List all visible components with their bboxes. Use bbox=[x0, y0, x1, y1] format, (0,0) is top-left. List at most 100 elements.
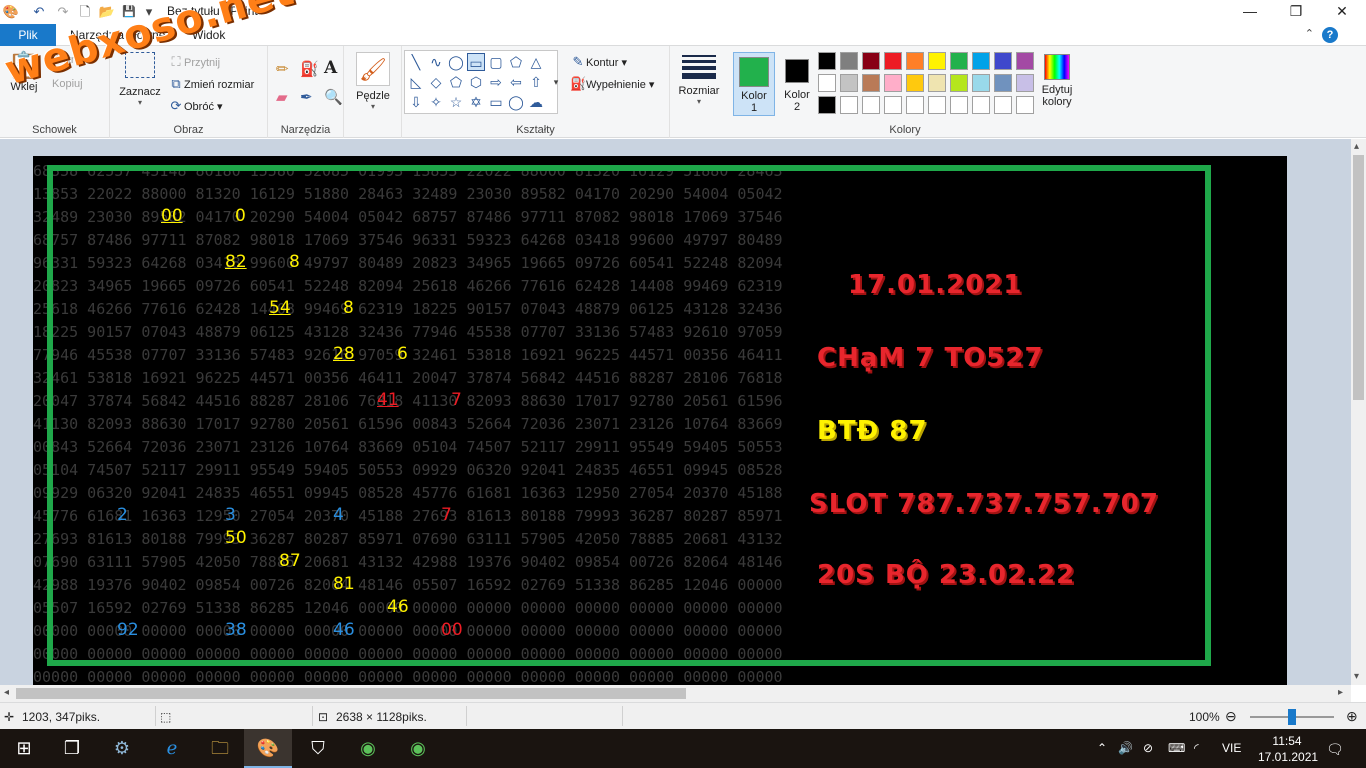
scroll-down-icon[interactable]: ▾ bbox=[1354, 671, 1359, 682]
resize-button[interactable]: ⧉ Zmień rozmiar bbox=[168, 76, 254, 92]
color-swatch[interactable] bbox=[862, 74, 880, 92]
edge-browser-icon[interactable]: ℯ bbox=[148, 729, 196, 768]
hexagon-shape-icon[interactable]: ⬡ bbox=[467, 73, 485, 91]
triangle-shape-icon[interactable]: △ bbox=[527, 53, 545, 71]
color-swatch[interactable] bbox=[818, 74, 836, 92]
drawing-canvas[interactable]: 68358 62557 45148 80180 15580 52085 0199… bbox=[33, 156, 1287, 685]
language-indicator[interactable]: VIE bbox=[1222, 741, 1241, 755]
eraser-icon[interactable]: ▰ bbox=[276, 88, 288, 106]
color-swatch[interactable] bbox=[818, 52, 836, 70]
control-panel-icon[interactable]: ⚙ bbox=[98, 729, 146, 768]
rotate-button[interactable]: ⟳ Obróć ▾ bbox=[168, 98, 223, 114]
color-swatch[interactable] bbox=[994, 74, 1012, 92]
redo-icon[interactable]: ↷ bbox=[54, 3, 72, 21]
color-swatch[interactable] bbox=[950, 52, 968, 70]
tab-view[interactable]: Widok bbox=[192, 24, 225, 46]
brushes-button[interactable]: 🖌 Pędzle ▾ bbox=[352, 52, 394, 111]
file-menu-button[interactable]: Plik bbox=[0, 24, 56, 46]
paste-button[interactable]: 📋 Wklej bbox=[4, 50, 44, 93]
color-swatch[interactable] bbox=[972, 52, 990, 70]
pentagon-shape-icon[interactable]: ⬠ bbox=[447, 73, 465, 91]
color-swatch[interactable] bbox=[862, 52, 880, 70]
vertical-scrollbar[interactable]: ▴ ▾ bbox=[1351, 139, 1366, 685]
cut-button[interactable]: Wytnij bbox=[52, 54, 82, 66]
outline-button[interactable]: ✎ Kontur ▾ bbox=[570, 54, 627, 70]
horizontal-scrollbar[interactable]: ◂ ▸ bbox=[0, 685, 1351, 702]
collapse-ribbon-icon[interactable]: ⌃ bbox=[1305, 27, 1314, 40]
magnifier-icon[interactable]: 🔍 bbox=[324, 88, 343, 106]
color-swatch[interactable] bbox=[840, 74, 858, 92]
up-arrow-shape-icon[interactable]: ⇧ bbox=[527, 73, 545, 91]
file-explorer-icon[interactable]: 🗀 bbox=[196, 729, 244, 768]
polygon-shape-icon[interactable]: ⬠ bbox=[507, 53, 525, 71]
maximize-button[interactable]: ❐ bbox=[1273, 0, 1319, 24]
paint-app-icon[interactable]: 🎨 bbox=[2, 3, 20, 21]
minimize-button[interactable]: — bbox=[1227, 0, 1273, 24]
color-swatch[interactable] bbox=[818, 96, 836, 114]
callout-rect-shape-icon[interactable]: ▭ bbox=[487, 93, 505, 111]
app-green-icon-1[interactable]: ◉ bbox=[344, 729, 392, 768]
color-swatch[interactable] bbox=[840, 96, 858, 114]
tab-home[interactable]: Narzędzia główne bbox=[70, 24, 165, 46]
fill-button[interactable]: ⛽Wypełnienie ▾ bbox=[570, 76, 654, 92]
color-swatch[interactable] bbox=[1016, 52, 1034, 70]
color-swatch[interactable] bbox=[906, 74, 924, 92]
right-triangle-shape-icon[interactable]: ◺ bbox=[407, 73, 425, 91]
color-swatch[interactable] bbox=[928, 52, 946, 70]
line-shape-icon[interactable]: ╲ bbox=[407, 53, 425, 71]
scroll-left-icon[interactable]: ◂ bbox=[4, 687, 9, 698]
down-arrow-shape-icon[interactable]: ⇩ bbox=[407, 93, 425, 111]
color-swatch[interactable] bbox=[884, 52, 902, 70]
help-icon[interactable]: ? bbox=[1322, 27, 1338, 43]
paint-taskbar-icon[interactable]: 🎨 bbox=[244, 729, 292, 768]
color-swatch[interactable] bbox=[928, 96, 946, 114]
four-point-star-shape-icon[interactable]: ✧ bbox=[427, 93, 445, 111]
keyboard-icon[interactable]: ⌨ bbox=[1168, 741, 1185, 755]
color1-button[interactable]: Kolor 1 bbox=[733, 52, 775, 116]
wifi-icon[interactable]: ◜ bbox=[1194, 741, 1199, 755]
scroll-up-icon[interactable]: ▴ bbox=[1354, 141, 1359, 152]
app-green-icon-2[interactable]: ◉ bbox=[394, 729, 442, 768]
customize-qat-icon[interactable]: ▾ bbox=[140, 3, 158, 21]
color-swatch[interactable] bbox=[862, 96, 880, 114]
color-swatch[interactable] bbox=[840, 52, 858, 70]
start-windows-icon[interactable]: ⊞ bbox=[0, 729, 48, 768]
color-swatch[interactable] bbox=[884, 96, 902, 114]
color2-button[interactable]: Kolor 2 bbox=[778, 52, 816, 116]
oval-shape-icon[interactable]: ◯ bbox=[447, 53, 465, 71]
callout-oval-shape-icon[interactable]: ◯ bbox=[507, 93, 525, 111]
color-swatch[interactable] bbox=[1016, 96, 1034, 114]
color-swatch[interactable] bbox=[906, 52, 924, 70]
color-swatch[interactable] bbox=[994, 52, 1012, 70]
diamond-shape-icon[interactable]: ◇ bbox=[427, 73, 445, 91]
store-icon[interactable]: ⛉ bbox=[294, 729, 342, 768]
curve-shape-icon[interactable]: ∿ bbox=[427, 53, 445, 71]
scroll-right-icon[interactable]: ▸ bbox=[1338, 687, 1343, 698]
color-swatch[interactable] bbox=[950, 74, 968, 92]
rounded-rectangle-shape-icon[interactable]: ▢ bbox=[487, 53, 505, 71]
pencil-icon[interactable]: ✏ bbox=[276, 60, 289, 78]
color-swatch[interactable] bbox=[972, 74, 990, 92]
size-button[interactable]: Rozmiar ▾ bbox=[676, 52, 722, 106]
color-swatch[interactable] bbox=[950, 96, 968, 114]
color-swatch[interactable] bbox=[906, 96, 924, 114]
task-view-icon[interactable]: ❐ bbox=[48, 729, 96, 768]
color-picker-icon[interactable]: ✒ bbox=[300, 88, 313, 106]
five-point-star-shape-icon[interactable]: ☆ bbox=[447, 93, 465, 111]
undo-icon[interactable]: ↶ bbox=[30, 3, 48, 21]
color-swatch[interactable] bbox=[994, 96, 1012, 114]
six-point-star-shape-icon[interactable]: ✡ bbox=[467, 93, 485, 111]
color-swatch[interactable] bbox=[1016, 74, 1034, 92]
text-tool-icon[interactable]: A bbox=[324, 58, 337, 78]
select-button[interactable]: Zaznacz ▾ bbox=[116, 52, 164, 107]
color-swatch[interactable] bbox=[884, 74, 902, 92]
edit-colors-button[interactable]: Edytuj kolory bbox=[1034, 52, 1080, 108]
vertical-scroll-thumb[interactable] bbox=[1353, 155, 1364, 400]
zoom-slider-thumb[interactable] bbox=[1288, 709, 1296, 725]
fill-bucket-icon[interactable]: ⛽ bbox=[300, 60, 319, 78]
tray-expand-icon[interactable]: ⌃ bbox=[1097, 741, 1107, 755]
horizontal-scroll-thumb[interactable] bbox=[16, 688, 686, 699]
clock[interactable]: 11:54 17.01.2021 bbox=[1258, 733, 1318, 765]
color-swatch[interactable] bbox=[928, 74, 946, 92]
zoom-in-button[interactable]: ⊕ bbox=[1346, 708, 1358, 725]
